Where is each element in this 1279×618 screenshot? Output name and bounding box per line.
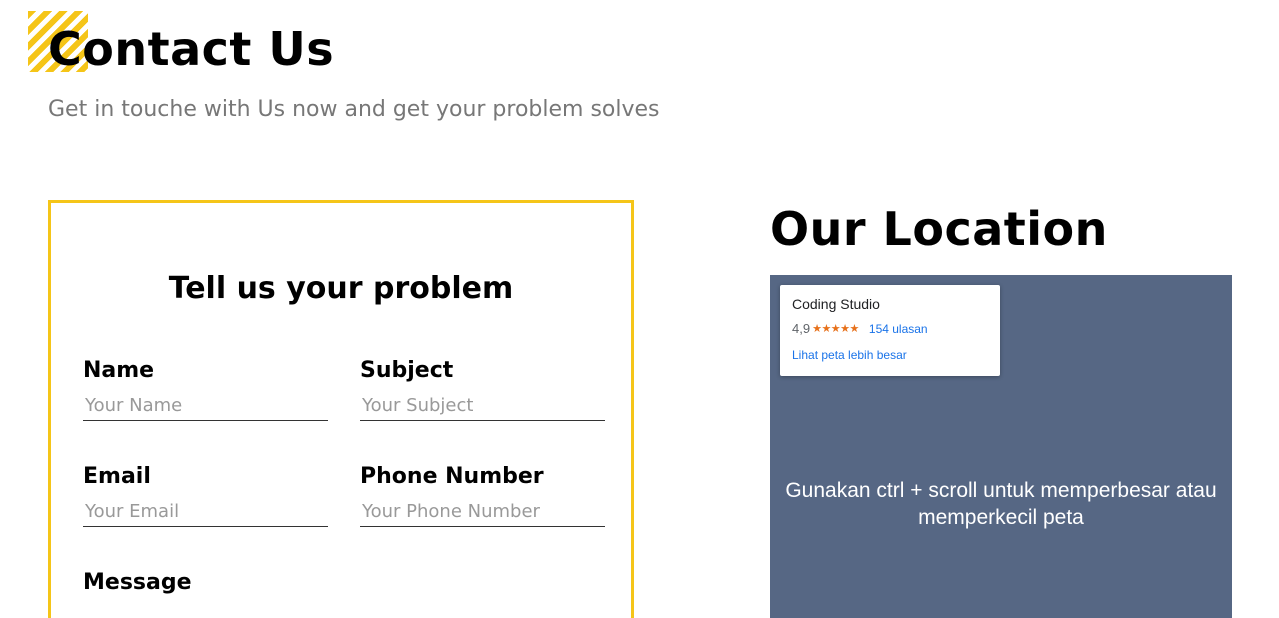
name-label: Name [83, 358, 155, 383]
embedded-map[interactable]: Coding Studio 4,9 ★★★★★ 154 ulasan Lihat… [770, 275, 1232, 618]
subject-input[interactable] [360, 393, 605, 421]
page-title: Contact Us [48, 22, 335, 76]
contact-page: Contact Us Get in touche with Us now and… [0, 0, 1279, 618]
reviews-link[interactable]: 154 ulasan [869, 322, 928, 336]
email-label: Email [83, 464, 151, 489]
name-input[interactable] [83, 393, 328, 421]
map-scroll-hint: Gunakan ctrl + scroll untuk memperbesar … [785, 479, 1217, 529]
location-title: Our Location [770, 202, 1108, 256]
phone-input[interactable] [360, 499, 605, 527]
phone-label: Phone Number [360, 464, 544, 489]
subject-field-group: Subject [360, 358, 605, 421]
rating-row: 4,9 ★★★★★ 154 ulasan [792, 321, 988, 336]
message-field-group: Message [83, 570, 328, 605]
view-larger-map-link[interactable]: Lihat peta lebih besar [792, 348, 907, 362]
map-place-card: Coding Studio 4,9 ★★★★★ 154 ulasan Lihat… [780, 285, 1000, 376]
email-input[interactable] [83, 499, 328, 527]
place-name: Coding Studio [792, 296, 880, 312]
rating-value: 4,9 [792, 321, 811, 336]
email-field-group: Email [83, 464, 328, 527]
form-heading: Tell us your problem [168, 271, 514, 306]
contact-form: Tell us your problem Name Subject Email … [48, 200, 634, 618]
phone-field-group: Phone Number [360, 464, 605, 527]
name-field-group: Name [83, 358, 328, 421]
subject-label: Subject [360, 358, 454, 383]
page-subtitle: Get in touche with Us now and get your p… [48, 97, 660, 122]
message-label: Message [83, 570, 192, 595]
star-rating-icon: ★★★★★ [812, 323, 859, 335]
